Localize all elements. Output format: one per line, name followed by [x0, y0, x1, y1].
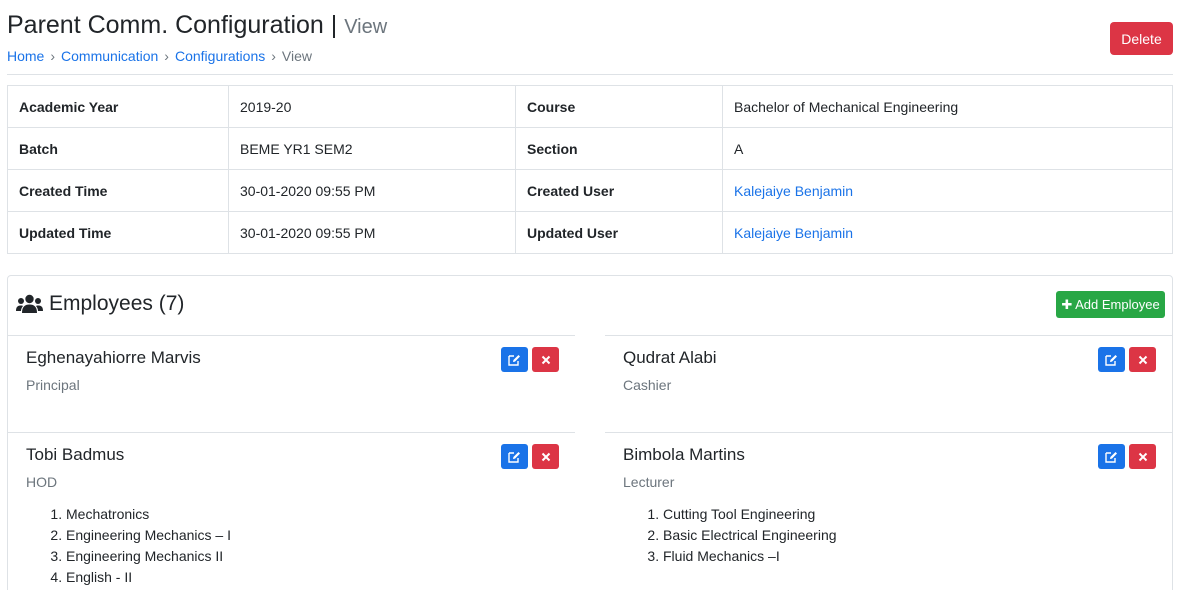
page-header: Parent Comm. Configuration | View Home › C… — [7, 0, 1173, 75]
edit-icon — [508, 451, 520, 463]
table-row: Updated Time 30-01-2020 09:55 PM Updated… — [7, 211, 1173, 254]
edit-button[interactable] — [1098, 444, 1125, 469]
employees-card-header: Employees (7) ✚ Add Employee — [8, 276, 1172, 335]
list-item: Fluid Mechanics –I — [663, 546, 837, 567]
close-icon — [1138, 355, 1147, 364]
subject-list: Cutting Tool Engineering Basic Electrica… — [647, 504, 837, 567]
course-label: Course — [515, 85, 723, 128]
list-item: Basic Electrical Engineering — [663, 525, 837, 546]
plus-icon: ✚ — [1061, 296, 1073, 312]
subject-list: Mechatronics Engineering Mechanics – I E… — [50, 504, 231, 588]
breadcrumb-home[interactable]: Home — [7, 48, 44, 64]
page-title-text: Parent Comm. Configuration | — [7, 11, 338, 39]
employee-actions — [501, 347, 559, 372]
updated-time-label: Updated Time — [7, 211, 229, 254]
remove-button[interactable] — [1129, 444, 1156, 469]
list-item: Cutting Tool Engineering — [663, 504, 837, 525]
close-icon — [1138, 452, 1147, 461]
breadcrumb-current: View — [281, 48, 313, 64]
remove-button[interactable] — [532, 444, 559, 469]
updated-user-link[interactable]: Kalejaiye Benjamin — [722, 211, 1173, 254]
employee-card: Bimbola Martins Lecturer Cutting Tool En… — [605, 432, 1172, 590]
employee-name: Qudrat Alabi — [623, 348, 717, 367]
users-icon — [16, 294, 43, 313]
delete-button[interactable]: Delete — [1110, 22, 1173, 55]
breadcrumb-configurations[interactable]: Configurations — [175, 48, 265, 64]
list-item: Engineering Mechanics II — [66, 546, 231, 567]
employees-card: Employees (7) ✚ Add Employee Eghenayahio… — [7, 275, 1173, 590]
details-table: Academic Year 2019-20 Course Bachelor of… — [7, 85, 1173, 254]
employee-name: Eghenayahiorre Marvis — [26, 348, 201, 367]
edit-icon — [1105, 354, 1117, 366]
employee-name: Tobi Badmus — [26, 445, 125, 464]
section-label: Section — [515, 127, 723, 170]
breadcrumb-separator: › — [164, 48, 169, 64]
employee-actions — [501, 444, 559, 469]
remove-button[interactable] — [1129, 347, 1156, 372]
created-time-label: Created Time — [7, 169, 229, 212]
edit-icon — [1105, 451, 1117, 463]
remove-button[interactable] — [532, 347, 559, 372]
employee-card: Tobi Badmus HOD Mechatronics Engineering… — [8, 432, 575, 590]
list-item: Engineering Mechanics – I — [66, 525, 231, 546]
add-employee-label: Add Employee — [1075, 296, 1160, 312]
page-title: Parent Comm. Configuration | View — [7, 10, 387, 42]
page-subtitle: View — [344, 16, 388, 38]
table-row: Batch BEME YR1 SEM2 Section A — [7, 127, 1173, 170]
add-employee-button[interactable]: ✚ Add Employee — [1056, 291, 1165, 318]
created-user-link[interactable]: Kalejaiye Benjamin — [722, 169, 1173, 212]
course-value: Bachelor of Mechanical Engineering — [722, 85, 1173, 128]
employee-name: Bimbola Martins — [623, 445, 745, 464]
table-row: Academic Year 2019-20 Course Bachelor of… — [7, 85, 1173, 128]
edit-button[interactable] — [501, 347, 528, 372]
list-item: Mechatronics — [66, 504, 231, 525]
breadcrumb-separator: › — [50, 48, 56, 64]
close-icon — [541, 355, 550, 364]
breadcrumb-separator: › — [271, 48, 276, 64]
edit-button[interactable] — [501, 444, 528, 469]
edit-button[interactable] — [1098, 347, 1125, 372]
academic-year-label: Academic Year — [7, 85, 229, 128]
employees-title: Employees (7) — [16, 291, 184, 317]
batch-value: BEME YR1 SEM2 — [228, 127, 516, 170]
academic-year-value: 2019-20 — [228, 85, 516, 128]
employee-role: Principal — [26, 377, 80, 393]
section-value: A — [722, 127, 1173, 170]
created-user-label: Created User — [515, 169, 723, 212]
batch-label: Batch — [7, 127, 229, 170]
employee-role: HOD — [26, 474, 58, 490]
close-icon — [541, 452, 550, 461]
updated-user-label: Updated User — [515, 211, 723, 254]
table-row: Created Time 30-01-2020 09:55 PM Created… — [7, 169, 1173, 212]
employees-title-text: Employees (7) — [49, 292, 185, 315]
employee-card: Qudrat Alabi Cashier — [605, 335, 1172, 431]
edit-icon — [508, 354, 520, 366]
updated-time-value: 30-01-2020 09:55 PM — [228, 211, 516, 254]
list-item: English - II — [66, 567, 231, 588]
employee-actions — [1098, 347, 1156, 372]
employee-role: Cashier — [623, 377, 672, 393]
breadcrumb: Home › Communication › Configurations › View — [7, 47, 312, 65]
employee-role: Lecturer — [623, 474, 675, 490]
breadcrumb-communication[interactable]: Communication — [61, 48, 158, 64]
created-time-value: 30-01-2020 09:55 PM — [228, 169, 516, 212]
employee-actions — [1098, 444, 1156, 469]
employee-card: Eghenayahiorre Marvis Principal — [8, 335, 575, 431]
